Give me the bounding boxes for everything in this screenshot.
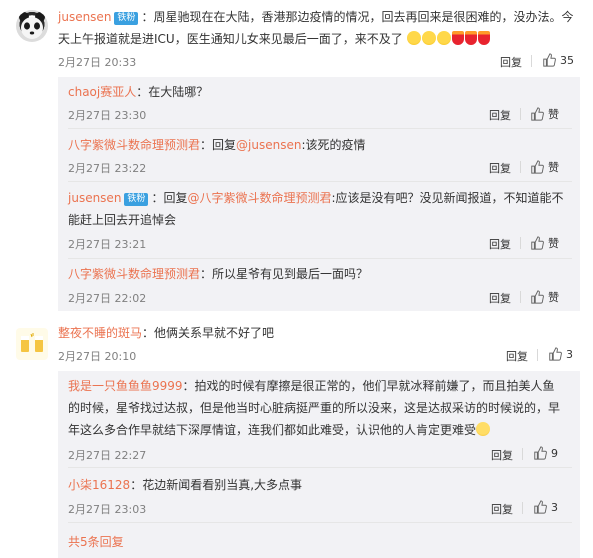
thumb-up-icon (531, 236, 544, 250)
reply-text: 小柒16128：花边新闻看看别当真,大多点事 (68, 474, 578, 496)
fan-badge: 铁粉 (124, 193, 149, 206)
divider (68, 128, 572, 129)
reply-body: ：所以星爷有见到最后一面吗？ (200, 267, 369, 281)
crying-emoji-icon (436, 31, 451, 45)
reply-text: jusensen 铁粉 ：回复@八字紫微斗数命理预测君:应该是没有吧？没见新闻报道，… (68, 187, 573, 231)
reply-body-line2: 能赶上回去开追悼会 (68, 213, 177, 227)
like-count: 3 (551, 500, 558, 514)
mention-link[interactable]: @八字紫微斗数命理预测君 (187, 191, 331, 205)
reply-prefix: ：回复 (200, 138, 237, 152)
reply-body: :应该是没有吧？没见新闻报道，不知道能不 (331, 191, 564, 205)
divider (68, 181, 572, 182)
reply-time: 2月27日 23:21 (68, 238, 147, 251)
mention-link[interactable]: @jusensen (236, 138, 301, 152)
panda-avatar-icon (19, 12, 45, 39)
comment-body: ：他俩关系早就不好了吧 (142, 326, 275, 340)
like-button[interactable]: 3 (533, 500, 558, 514)
divider (68, 258, 572, 259)
username[interactable]: jusensen (58, 10, 111, 24)
comment-time: 2月27日 20:33 (58, 56, 137, 69)
avatar[interactable] (16, 10, 48, 42)
reply-text: 八字紫微斗数命理预测君：回复@jusensen:该死的疫情 (68, 134, 573, 156)
reply-button[interactable]: 回复 (491, 501, 513, 517)
like-label: 赞 (548, 161, 559, 174)
fan-badge: 铁粉 (114, 12, 139, 25)
comment-text: jusensen 铁粉 ：周星驰现在在大陆，香港那边疫情的情况，回去再回来是很困难的… (58, 6, 578, 50)
divider (522, 502, 523, 514)
like-count: 3 (566, 347, 573, 361)
divider (68, 467, 572, 468)
like-count: 9 (551, 446, 558, 460)
like-button[interactable]: 9 (533, 446, 558, 460)
username[interactable]: chaoj赛亚人 (68, 85, 136, 99)
username[interactable]: jusensen (68, 191, 121, 205)
like-label: 赞 (548, 108, 559, 121)
like-button[interactable]: 35 (542, 53, 574, 67)
divider (520, 291, 521, 303)
like-count: 35 (560, 53, 574, 67)
thumb-up-icon (543, 53, 556, 67)
thumb-up-icon (531, 107, 544, 121)
crying-emoji-icon (406, 31, 421, 45)
divider (520, 237, 521, 249)
divider (531, 55, 532, 67)
reply-body: ：花边新闻看看别当真,大多点事 (130, 478, 303, 492)
like-button[interactable]: 赞 (530, 106, 559, 122)
username[interactable]: 八字紫微斗数命理预测君 (68, 267, 200, 281)
thumb-up-icon (549, 347, 562, 361)
reply-text: 八字紫微斗数命理预测君：所以星爷有见到最后一面吗？ (68, 263, 573, 285)
candle-emoji-icon (451, 31, 464, 45)
comment-text: 整夜不睡的斑马：他俩关系早就不好了吧 (58, 322, 578, 344)
reply-body: ：拍戏的时候有摩擦是很正常的，他们早就冰释前嫌了，而且拍美人鱼 (182, 379, 555, 393)
like-button[interactable]: 赞 (530, 289, 559, 305)
reply-time: 2月27日 22:02 (68, 292, 147, 305)
divider (68, 522, 572, 523)
reply-prefix: ：回复 (151, 191, 188, 205)
comment-body: ：周星驰现在在大陆，香港那边疫情的情况，回去再回来是很困难的，没办法。今 (141, 10, 574, 24)
comment-body-line2: 天上午报道就是进ICU，医生通知儿女来见最后一面了，来不及了 (58, 32, 403, 46)
crying-emoji-icon (421, 31, 436, 45)
thumb-up-icon (531, 160, 544, 174)
reply-button[interactable]: 回复 (500, 54, 522, 70)
reply-text: chaoj赛亚人：在大陆哪？ (68, 81, 573, 103)
beer-toast-avatar-icon (21, 333, 43, 352)
reply-button[interactable]: 回复 (491, 447, 513, 463)
reply-button[interactable]: 回复 (489, 107, 511, 123)
reply-time: 2月27日 22:27 (68, 449, 147, 462)
reply-text: 我是一只鱼鱼鱼9999：拍戏的时候有摩擦是很正常的，他们早就冰释前嫌了，而且拍美… (68, 375, 578, 441)
reply-body: ：在大陆哪？ (136, 85, 209, 99)
candle-emoji-icon (464, 31, 477, 45)
divider (520, 161, 521, 173)
reply-time: 2月27日 23:03 (68, 503, 147, 516)
username[interactable]: 整夜不睡的斑马 (58, 326, 142, 340)
thumb-up-icon (534, 500, 547, 514)
more-replies-link[interactable]: 共5条回复 (68, 533, 124, 550)
reply-body-line3: 年这么多合作早就结下深厚情谊，连我们都如此难受，认识他的人肯定更难受 (68, 423, 477, 437)
username[interactable]: 我是一只鱼鱼鱼9999 (68, 379, 183, 393)
like-label: 赞 (548, 237, 559, 250)
like-button[interactable]: 赞 (530, 235, 559, 251)
reply-time: 2月27日 23:30 (68, 109, 147, 122)
reply-button[interactable]: 回复 (489, 160, 511, 176)
reply-button[interactable]: 回复 (489, 236, 511, 252)
like-button[interactable]: 赞 (530, 159, 559, 175)
reply-body: :该死的疫情 (301, 138, 366, 152)
divider (522, 448, 523, 460)
username[interactable]: 小柒16128 (68, 478, 130, 492)
reply-button[interactable]: 回复 (506, 348, 528, 364)
reply-button[interactable]: 回复 (489, 290, 511, 306)
thumb-up-icon (531, 290, 544, 304)
comment-time: 2月27日 20:10 (58, 350, 137, 363)
avatar[interactable] (16, 328, 48, 360)
candle-emoji-icon (477, 31, 490, 45)
sad-emoji-icon (476, 422, 491, 436)
reply-body-line2: 的时候，星爷找过达叔，但是他当时心脏病挺严重的所以没来，这是达叔采访的时候说的，… (68, 401, 561, 415)
divider (520, 108, 521, 120)
reply-time: 2月27日 23:22 (68, 162, 147, 175)
like-button[interactable]: 3 (548, 347, 573, 361)
username[interactable]: 八字紫微斗数命理预测君 (68, 138, 200, 152)
like-label: 赞 (548, 291, 559, 304)
divider (537, 349, 538, 361)
thumb-up-icon (534, 446, 547, 460)
